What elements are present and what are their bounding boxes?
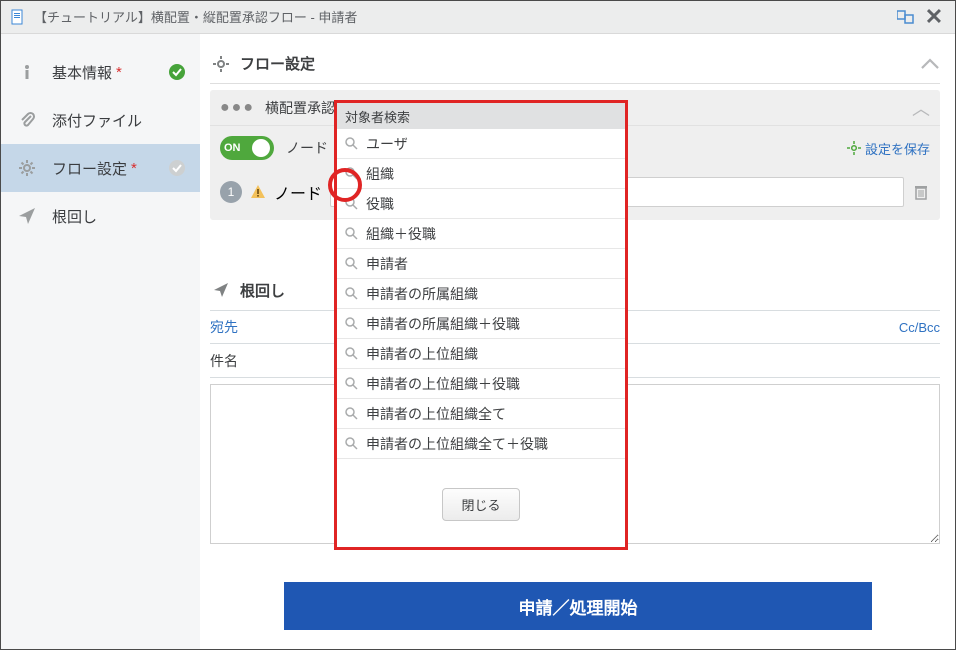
trash-icon[interactable] xyxy=(912,183,930,201)
paperclip-icon xyxy=(14,111,40,129)
flow-settings-header[interactable]: フロー設定 xyxy=(210,44,940,84)
close-icon[interactable]: ✕ xyxy=(920,3,948,31)
search-icon xyxy=(345,137,358,150)
toggle-label: ON xyxy=(224,142,241,154)
popup-item-label: 組織＋役職 xyxy=(366,224,436,244)
search-icon xyxy=(345,317,358,330)
gear-icon xyxy=(14,159,40,177)
toggle-knob xyxy=(252,139,270,157)
search-icon xyxy=(345,437,358,450)
gear-icon xyxy=(210,55,232,73)
sidebar-item-label: 添付ファイル xyxy=(52,110,142,131)
sidebar-item-label: 根回し xyxy=(52,206,97,227)
sidebar-item-nemawashi[interactable]: 根回し xyxy=(0,192,200,240)
search-icon xyxy=(345,257,358,270)
sidebar-item-label: フロー設定 xyxy=(52,158,127,179)
popup-item[interactable]: 申請者 xyxy=(337,249,625,279)
search-icon xyxy=(345,287,358,300)
send-icon xyxy=(210,282,232,298)
row-label: 横配置承認 xyxy=(265,98,335,118)
search-icon xyxy=(345,347,358,360)
popup-item[interactable]: 組織＋役職 xyxy=(337,219,625,249)
search-icon xyxy=(345,197,358,210)
popup-item-label: 申請者の上位組織 xyxy=(366,344,478,364)
to-link[interactable]: 宛先 xyxy=(210,317,260,337)
titlebar: 【チュートリアル】横配置・縦配置承認フロー - 申請者 ✕ xyxy=(0,0,956,34)
search-icon xyxy=(345,377,358,390)
search-icon xyxy=(345,407,358,420)
popup-item-label: 申請者の上位組織全て＋役職 xyxy=(366,434,548,454)
node-label: ノード xyxy=(274,180,322,204)
document-icon xyxy=(10,9,26,25)
popup-item[interactable]: 申請者の所属組織 xyxy=(337,279,625,309)
required-mark: * xyxy=(116,64,122,81)
popup-item-label: 申請者の所属組織＋役職 xyxy=(366,314,520,334)
popup-item-label: 申請者の上位組織＋役職 xyxy=(366,374,520,394)
sidebar-item-flow-settings[interactable]: フロー設定 * xyxy=(0,144,200,192)
popup-item-label: 申請者の上位組織全て xyxy=(366,404,506,424)
info-icon xyxy=(14,63,40,81)
required-mark: * xyxy=(131,160,137,177)
search-icon xyxy=(345,167,358,180)
panel-title: フロー設定 xyxy=(240,53,315,74)
popup-item-label: 申請者 xyxy=(366,254,408,274)
dots-icon: ●●● xyxy=(220,99,255,117)
popup-item[interactable]: 組織 xyxy=(337,159,625,189)
popup-item[interactable]: 申請者の所属組織＋役職 xyxy=(337,309,625,339)
popup-item[interactable]: 申請者の上位組織 xyxy=(337,339,625,369)
gear-small-icon xyxy=(847,141,861,155)
toggle-row-label: ノード xyxy=(286,138,328,158)
submit-label: 申請／処理開始 xyxy=(519,594,638,619)
popup-item[interactable]: 申請者の上位組織全て xyxy=(337,399,625,429)
chevron-up-icon xyxy=(920,58,940,70)
popup-title: 対象者検索 xyxy=(337,103,625,129)
popup-item-label: 組織 xyxy=(366,164,394,184)
popup-item[interactable]: 申請者の上位組織＋役職 xyxy=(337,369,625,399)
popup-item-label: 申請者の所属組織 xyxy=(366,284,478,304)
sidebar-item-attachments[interactable]: 添付ファイル xyxy=(0,96,200,144)
target-search-popup: 対象者検索 ユーザ組織役職組織＋役職申請者申請者の所属組織申請者の所属組織＋役職… xyxy=(334,100,628,550)
check-icon xyxy=(168,63,186,81)
panel-title: 根回し xyxy=(240,280,285,301)
popup-close-button[interactable]: 閉じる xyxy=(442,488,519,521)
node-toggle[interactable]: ON xyxy=(220,136,274,160)
popup-item[interactable]: 申請者の上位組織全て＋役職 xyxy=(337,429,625,459)
sidebar: 基本情報 * 添付ファイル フロー設定 * 根回し xyxy=(0,34,200,650)
send-icon xyxy=(14,207,40,225)
popup-item[interactable]: 役職 xyxy=(337,189,625,219)
external-icon[interactable] xyxy=(892,3,920,31)
sidebar-item-basic-info[interactable]: 基本情報 * xyxy=(0,48,200,96)
popup-item-label: 役職 xyxy=(366,194,394,214)
node-number-badge: 1 xyxy=(220,181,242,203)
page-title: 【チュートリアル】横配置・縦配置承認フロー - 申請者 xyxy=(34,7,892,26)
popup-footer: 閉じる xyxy=(337,474,625,544)
save-settings-link[interactable]: 設定を保存 xyxy=(847,139,930,158)
popup-item-label: ユーザ xyxy=(366,134,408,154)
search-icon xyxy=(345,227,358,240)
chevron-up-icon: ︿ xyxy=(912,95,930,121)
popup-item[interactable]: ユーザ xyxy=(337,129,625,159)
subject-label: 件名 xyxy=(210,351,260,371)
submit-button[interactable]: 申請／処理開始 xyxy=(284,582,872,630)
ccbcc-link[interactable]: Cc/Bcc xyxy=(899,320,940,335)
pending-icon xyxy=(168,159,186,177)
save-link-label: 設定を保存 xyxy=(865,139,930,158)
warning-icon xyxy=(250,184,266,200)
popup-list[interactable]: ユーザ組織役職組織＋役職申請者申請者の所属組織申請者の所属組織＋役職申請者の上位… xyxy=(337,129,625,474)
sidebar-item-label: 基本情報 xyxy=(52,62,112,83)
